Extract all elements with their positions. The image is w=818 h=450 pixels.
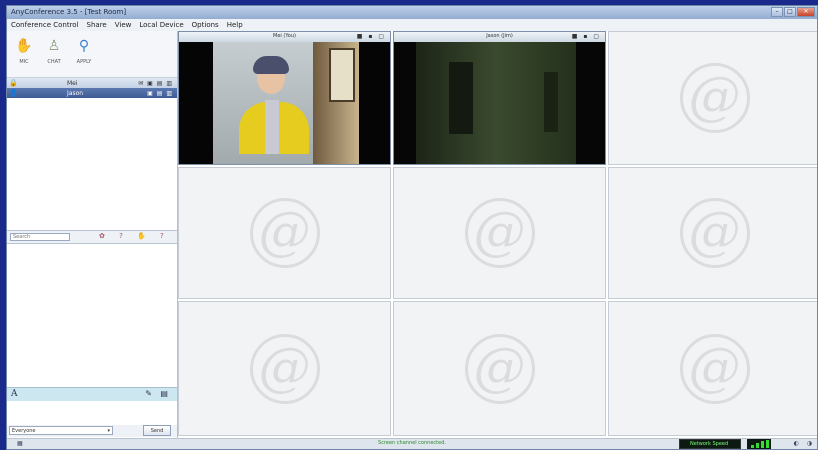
app-window: AnyConference 3.5 - [Test Room] – □ ✕ Co… xyxy=(6,5,818,450)
video-cell-title: Mei (You) xyxy=(273,33,296,39)
lock-icon: 🔒 xyxy=(9,79,18,87)
hand-icon: ✋ xyxy=(15,38,33,54)
video-cell[interactable]: Jason (Jim) ■ ▪ ▢ xyxy=(393,31,606,165)
window-title: AnyConference 3.5 - [Test Room] xyxy=(11,8,127,16)
send-button[interactable]: Send xyxy=(143,425,171,436)
at-logo-icon: @ xyxy=(249,198,320,268)
at-logo-icon: @ xyxy=(679,333,750,404)
at-logo-icon: @ xyxy=(464,333,535,404)
apply-label: APPLY xyxy=(76,59,92,65)
title-bar[interactable]: AnyConference 3.5 - [Test Room] – □ ✕ xyxy=(7,6,817,19)
search-bar: ✿ ? ✋ ? xyxy=(7,230,177,244)
chat-button[interactable]: ♙ CHAT xyxy=(41,34,67,74)
mic-label: MIC xyxy=(19,59,29,65)
close-button[interactable]: ✕ xyxy=(797,7,815,17)
user-icon: 👤 xyxy=(9,89,18,97)
apply-button[interactable]: ⚲ APPLY xyxy=(71,34,97,74)
chat-target-value: Everyone xyxy=(12,428,36,434)
chat-label: CHAT xyxy=(47,59,61,65)
video-cell[interactable]: @ xyxy=(608,301,817,436)
network-speed-indicator: Network Speed xyxy=(679,439,741,449)
at-logo-icon: @ xyxy=(679,63,750,133)
person-icon: ♙ xyxy=(47,38,61,54)
minimize-button[interactable]: – xyxy=(771,7,783,17)
user-row[interactable]: 🔒 Mei ✉ ▣ ▤ ▥ xyxy=(7,78,177,88)
video-cell-title: Jason (Jim) xyxy=(486,33,513,39)
user-name: Mei xyxy=(67,79,78,87)
video-cell-tools[interactable]: ■ ▪ ▢ xyxy=(572,32,601,41)
video-cell-tools[interactable]: ■ ▪ ▢ xyxy=(357,32,386,41)
video-cell[interactable]: @ xyxy=(608,167,817,299)
chat-target-select[interactable]: Everyone ▾ xyxy=(9,426,113,435)
status-bar: ▦ Screen channel connected. Network Spee… xyxy=(7,438,817,449)
maximize-button[interactable]: □ xyxy=(784,7,796,17)
user-tools[interactable]: ✉ ▣ ▤ ▥ xyxy=(138,80,173,87)
left-panel: ✋ MIC ♙ CHAT ⚲ APPLY 🔒 Mei ✉ ▣ ▤ ▥ 👤 Jas… xyxy=(7,31,178,439)
user-tools[interactable]: ▣ ▤ ▥ xyxy=(147,90,173,97)
video-feed xyxy=(179,42,390,164)
menu-help[interactable]: Help xyxy=(223,21,247,29)
mic-button[interactable]: ✋ MIC xyxy=(11,34,37,74)
user-list: 🔒 Mei ✉ ▣ ▤ ▥ 👤 Jason ▣ ▤ ▥ xyxy=(7,78,177,98)
video-cell[interactable]: @ xyxy=(393,167,606,299)
menu-share[interactable]: Share xyxy=(83,21,111,29)
window-controls: – □ ✕ xyxy=(771,7,815,17)
chat-send-row: Everyone ▾ Send xyxy=(7,425,177,437)
video-cell[interactable]: @ xyxy=(608,31,817,165)
video-grid: Mei (You) ■ ▪ ▢ Jason (Jim) ■ ▪ ▢ @ @ @ @ @ @ @ xyxy=(178,31,817,439)
status-icons[interactable]: ◐ ◑ xyxy=(794,440,815,447)
video-cell[interactable]: @ xyxy=(393,301,606,436)
signal-strength-icon xyxy=(747,439,771,449)
pin-person-icon: ⚲ xyxy=(78,38,90,54)
menu-options[interactable]: Options xyxy=(188,21,223,29)
search-tools[interactable]: ✿ ? ✋ ? xyxy=(99,232,170,240)
user-name: Jason xyxy=(67,89,84,97)
at-logo-icon: @ xyxy=(249,333,320,404)
search-input[interactable] xyxy=(10,233,70,241)
menu-view[interactable]: View xyxy=(111,21,136,29)
at-logo-icon: @ xyxy=(679,198,750,268)
video-feed xyxy=(394,42,605,164)
chat-tools[interactable]: ✎ ▤ xyxy=(145,389,171,398)
video-cell[interactable]: @ xyxy=(178,167,391,299)
chat-toolbar: A ✎ ▤ xyxy=(7,387,177,401)
chevron-down-icon: ▾ xyxy=(107,428,110,434)
video-cell[interactable]: @ xyxy=(178,301,391,436)
menu-conference-control[interactable]: Conference Control xyxy=(7,21,83,29)
video-cell[interactable]: Mei (You) ■ ▪ ▢ xyxy=(178,31,391,165)
menu-local-device[interactable]: Local Device xyxy=(135,21,187,29)
font-icon[interactable]: A xyxy=(11,389,18,399)
at-logo-icon: @ xyxy=(464,198,535,268)
user-row[interactable]: 👤 Jason ▣ ▤ ▥ xyxy=(7,88,177,98)
status-toolbar: ✋ MIC ♙ CHAT ⚲ APPLY xyxy=(7,31,177,78)
